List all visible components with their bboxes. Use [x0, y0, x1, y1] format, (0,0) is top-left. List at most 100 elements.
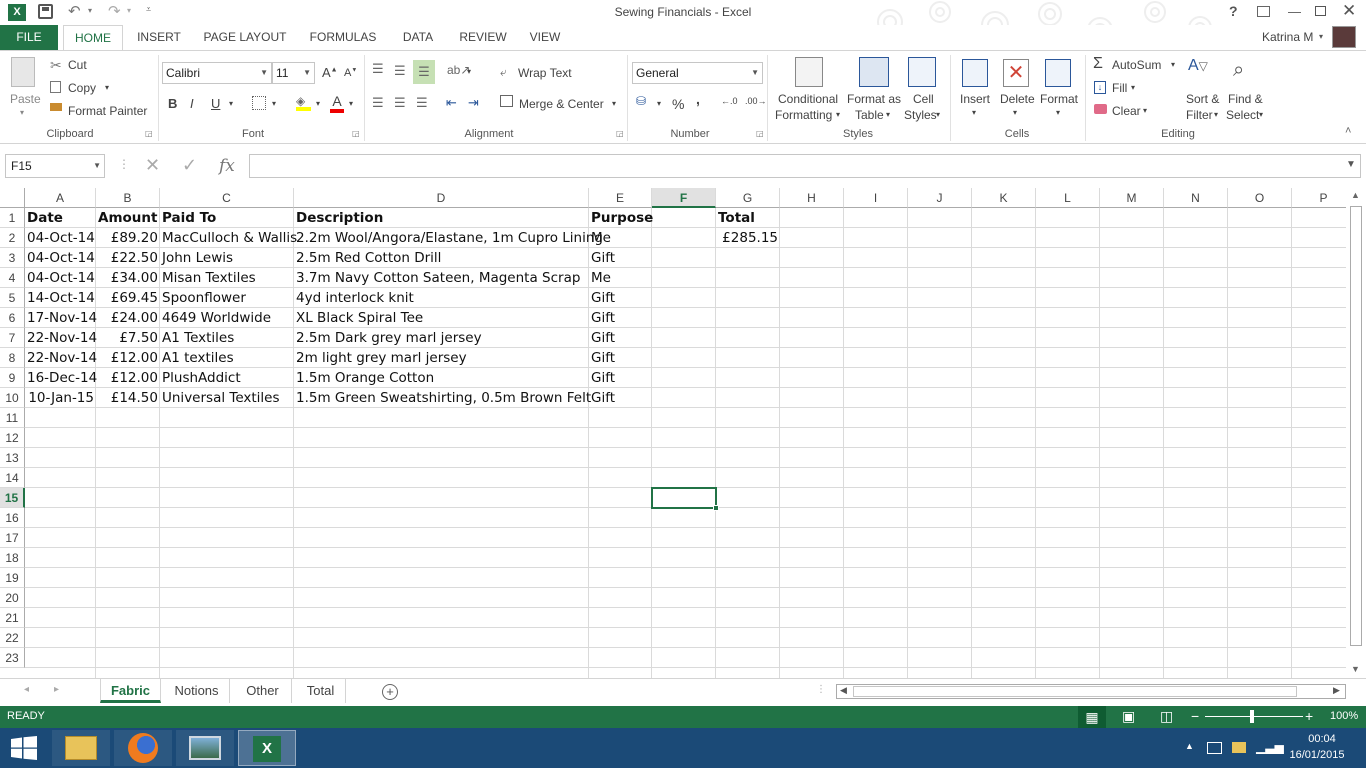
fill-dropdown-icon[interactable]: ▾: [1131, 83, 1135, 92]
sort-filter-icon[interactable]: A▽: [1188, 57, 1208, 75]
tab-view[interactable]: VIEW: [522, 25, 568, 50]
amount-cell[interactable]: £69.45: [96, 288, 160, 308]
sheet-tab-total[interactable]: Total: [296, 679, 346, 703]
format-as-table-label2[interactable]: Table: [855, 108, 884, 122]
tray-network-icon[interactable]: ▁▃▅: [1256, 740, 1284, 754]
row-header-2[interactable]: 2: [0, 228, 25, 248]
paste-icon[interactable]: [11, 57, 35, 87]
row-header-20[interactable]: 20: [0, 588, 25, 608]
description-cell[interactable]: XL Black Spiral Tee: [294, 308, 589, 328]
comma-button[interactable]: ,: [696, 91, 700, 107]
header-total-cell[interactable]: Total: [716, 208, 780, 228]
percent-button[interactable]: %: [672, 96, 684, 112]
format-painter-icon[interactable]: [50, 103, 62, 111]
row-header-8[interactable]: 8: [0, 348, 25, 368]
row-header-17[interactable]: 17: [0, 528, 25, 548]
scroll-down-icon[interactable]: ▼: [1351, 664, 1360, 674]
scroll-thumb[interactable]: [1350, 206, 1362, 646]
expand-formula-bar-icon[interactable]: ▼: [1346, 159, 1356, 170]
merge-center-icon[interactable]: [500, 95, 513, 107]
zoom-out-icon[interactable]: −: [1191, 708, 1199, 724]
zoom-level[interactable]: 100%: [1330, 710, 1358, 722]
delete-cells-button[interactable]: Delete: [1000, 92, 1035, 106]
description-cell[interactable]: 4yd interlock knit: [294, 288, 589, 308]
clear-button[interactable]: Clear: [1112, 104, 1141, 118]
row-header-21[interactable]: 21: [0, 608, 25, 628]
tab-home[interactable]: HOME: [63, 25, 123, 50]
help-button[interactable]: ?: [1229, 3, 1238, 19]
avatar[interactable]: [1332, 26, 1356, 48]
enter-icon[interactable]: ✓: [182, 155, 197, 176]
format-painter-button[interactable]: Format Painter: [68, 104, 147, 118]
paste-dropdown-icon[interactable]: ▾: [20, 108, 24, 117]
row-header-1[interactable]: 1: [0, 208, 25, 228]
underline-dropdown-icon[interactable]: ▾: [229, 99, 233, 108]
align-right-icon[interactable]: ☰: [416, 95, 428, 111]
row-header-12[interactable]: 12: [0, 428, 25, 448]
copy-button[interactable]: Copy: [68, 81, 96, 95]
clipboard-launcher-icon[interactable]: ◲: [145, 129, 153, 138]
tab-data[interactable]: DATA: [393, 25, 443, 50]
orientation-dropdown-icon[interactable]: ▾: [467, 67, 471, 76]
insert-dropdown-icon[interactable]: ▾: [972, 108, 976, 117]
purpose-cell[interactable]: Gift: [589, 288, 652, 308]
font-color-dropdown-icon[interactable]: ▾: [349, 99, 353, 108]
user-name[interactable]: Katrina M: [1262, 30, 1313, 44]
format-cells-button[interactable]: Format: [1040, 92, 1078, 106]
collapse-ribbon-icon[interactable]: ˄: [1345, 125, 1351, 137]
paid-to-cell[interactable]: PlushAddict: [160, 368, 294, 388]
tab-formulas[interactable]: FORMULAS: [304, 25, 382, 50]
column-header-b[interactable]: B: [96, 188, 160, 208]
clock-date[interactable]: 16/01/2015: [1282, 749, 1352, 761]
cut-icon[interactable]: ✂: [50, 57, 62, 74]
date-cell[interactable]: 04-Oct-14: [25, 228, 96, 248]
next-sheet-icon[interactable]: ▸: [54, 684, 59, 695]
column-header-j[interactable]: J: [908, 188, 972, 208]
paid-to-cell[interactable]: 4649 Worldwide: [160, 308, 294, 328]
conditional-formatting-dropdown-icon[interactable]: ▾: [836, 110, 840, 119]
date-cell[interactable]: 22-Nov-14: [25, 328, 97, 348]
purpose-cell[interactable]: Gift: [589, 348, 652, 368]
tab-insert[interactable]: INSERT: [130, 25, 188, 50]
delete-dropdown-icon[interactable]: ▾: [1013, 108, 1017, 117]
insert-cells-button[interactable]: Insert: [960, 92, 990, 106]
column-header-i[interactable]: I: [844, 188, 908, 208]
amount-cell[interactable]: £34.00: [96, 268, 160, 288]
find-select-icon[interactable]: ⌕: [1233, 59, 1244, 82]
normal-view-icon[interactable]: ▦: [1078, 706, 1106, 728]
undo-icon[interactable]: ↶: [68, 2, 81, 20]
format-dropdown-icon[interactable]: ▾: [1056, 108, 1060, 117]
clear-dropdown-icon[interactable]: ▾: [1143, 106, 1147, 115]
tray-battery-icon[interactable]: [1207, 742, 1222, 754]
purpose-cell[interactable]: Me: [589, 268, 652, 288]
scroll-right-icon[interactable]: ▶: [1333, 685, 1340, 696]
number-format-combo[interactable]: General ▼: [632, 62, 763, 84]
purpose-cell[interactable]: Me: [589, 228, 652, 248]
sort-filter-label2[interactable]: Filter: [1186, 108, 1213, 122]
paid-to-cell[interactable]: Spoonflower: [160, 288, 294, 308]
amount-cell[interactable]: £24.00: [96, 308, 160, 328]
fill-handle[interactable]: [713, 505, 719, 511]
description-cell[interactable]: 2m light grey marl jersey: [294, 348, 589, 368]
accounting-dropdown-icon[interactable]: ▾: [657, 99, 661, 108]
row-header-13[interactable]: 13: [0, 448, 25, 468]
wrap-text-button[interactable]: Wrap Text: [518, 66, 572, 80]
tab-review[interactable]: REVIEW: [452, 25, 514, 50]
purpose-cell[interactable]: Gift: [589, 308, 652, 328]
copy-icon[interactable]: [50, 81, 61, 93]
name-box[interactable]: F15 ▼: [5, 154, 105, 178]
description-cell[interactable]: 2.5m Red Cotton Drill: [294, 248, 589, 268]
description-cell[interactable]: 2.2m Wool/Angora/Elastane, 1m Cupro Lini…: [294, 228, 603, 248]
underline-button[interactable]: U: [211, 96, 220, 111]
conditional-formatting-icon[interactable]: [795, 57, 823, 87]
format-as-table-dropdown-icon[interactable]: ▾: [886, 110, 890, 119]
amount-cell[interactable]: £12.00: [96, 348, 160, 368]
number-launcher-icon[interactable]: ◲: [756, 129, 764, 138]
tab-page-layout[interactable]: PAGE LAYOUT: [196, 25, 294, 50]
active-cell-selection[interactable]: [651, 487, 717, 509]
cut-button[interactable]: Cut: [68, 58, 87, 72]
bold-button[interactable]: B: [168, 96, 177, 111]
paid-to-cell[interactable]: John Lewis: [160, 248, 294, 268]
column-header-h[interactable]: H: [780, 188, 844, 208]
row-header-16[interactable]: 16: [0, 508, 25, 528]
